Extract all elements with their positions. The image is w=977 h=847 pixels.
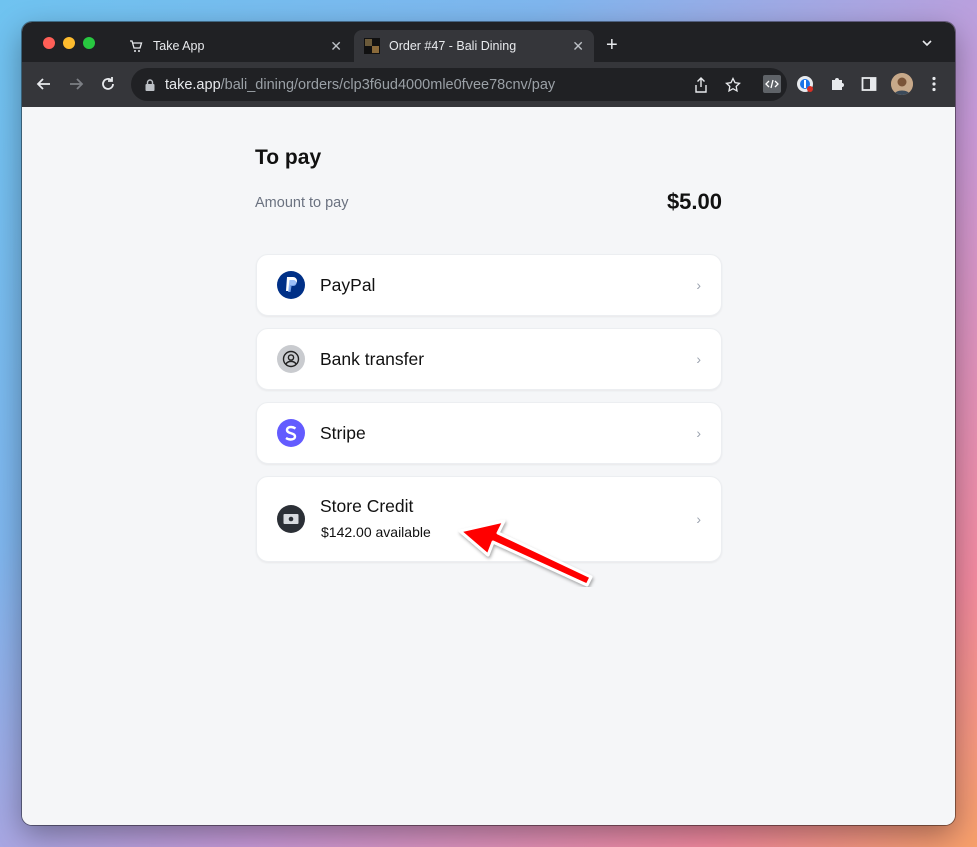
menu-kebab-icon[interactable] [924,74,944,94]
dev-tools-extension-icon[interactable] [762,74,782,94]
paypal-icon [277,271,305,299]
url-path: /bali_dining/orders/clp3f6ud4000mle0fvee… [220,76,556,93]
chevron-right-icon: › [696,511,701,527]
toolbar: take.app/bali_dining/orders/clp3f6ud4000… [22,62,955,107]
browser-window: Take App ✕ Order #47 - Bali Dining ✕ + t… [22,22,955,825]
payment-option-label: Store Credit [320,496,414,516]
title-bar: Take App ✕ Order #47 - Bali Dining ✕ + [22,22,955,62]
payment-option-paypal[interactable]: PayPal › [256,254,722,316]
payment-option-label: PayPal [320,274,376,295]
url-host: take.app [165,76,221,93]
minimize-window-button[interactable] [63,37,75,49]
lock-icon[interactable] [145,78,155,91]
new-tab-button[interactable]: + [606,35,618,55]
amount-value: $5.00 [666,189,722,214]
tab-title: Order #47 - Bali Dining [389,39,517,53]
close-tab-icon[interactable]: ✕ [330,38,342,54]
tab-order[interactable]: Order #47 - Bali Dining ✕ [354,30,594,62]
bookmark-star-icon[interactable] [724,76,742,94]
stripe-icon [277,419,305,447]
payment-option-label: Bank transfer [320,348,425,369]
maximize-window-button[interactable] [83,37,95,49]
payment-option-bank-transfer[interactable]: Bank transfer › [256,328,722,390]
tab-search-icon[interactable] [921,36,933,54]
address-bar[interactable]: take.app/bali_dining/orders/clp3f6ud4000… [131,68,787,101]
extensions-puzzle-icon[interactable] [827,74,847,94]
banknote-icon [277,505,305,533]
chevron-right-icon: › [696,351,701,367]
share-icon[interactable] [692,76,710,94]
tab-title: Take App [153,39,205,53]
password-manager-extension-icon[interactable] [795,74,815,94]
take-app-favicon-icon [128,38,144,54]
user-circle-icon [277,345,305,373]
close-window-button[interactable] [43,37,55,49]
chevron-right-icon: › [696,425,701,441]
back-icon[interactable] [34,74,54,94]
page-title: To pay [255,146,322,169]
reload-icon[interactable] [98,74,118,94]
page-content: To pay Amount to pay $5.00 PayPal › Bank… [22,107,955,825]
annotation-arrow-icon [458,519,593,587]
side-panel-icon[interactable] [859,74,879,94]
close-tab-icon[interactable]: ✕ [572,38,584,54]
payment-option-stripe[interactable]: Stripe › [256,402,722,464]
payment-option-label: Stripe [320,422,366,443]
tab-take-app[interactable]: Take App ✕ [118,30,352,62]
amount-label: Amount to pay [255,195,349,211]
profile-avatar[interactable] [891,73,913,95]
store-credit-available: $142.00 available [321,524,431,540]
forward-icon[interactable] [66,74,86,94]
bali-dining-favicon-icon [364,38,380,54]
chevron-right-icon: › [696,277,701,293]
